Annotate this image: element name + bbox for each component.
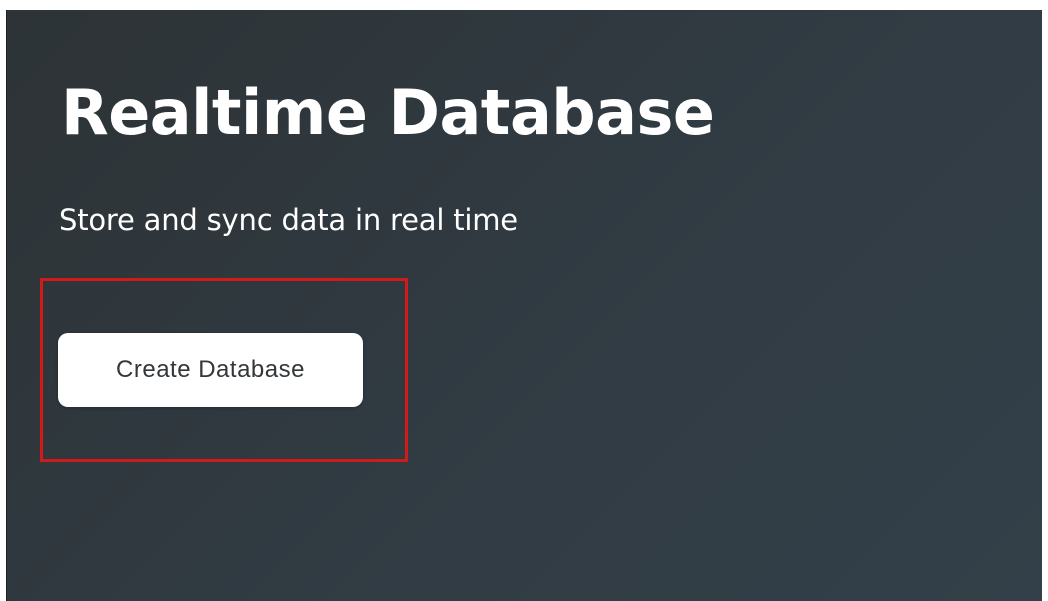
page-subtitle: Store and sync data in real time xyxy=(59,203,518,237)
create-database-button[interactable]: Create Database xyxy=(58,333,363,407)
hero-panel: Realtime Database Store and sync data in… xyxy=(6,10,1042,601)
page-title: Realtime Database xyxy=(61,76,715,149)
